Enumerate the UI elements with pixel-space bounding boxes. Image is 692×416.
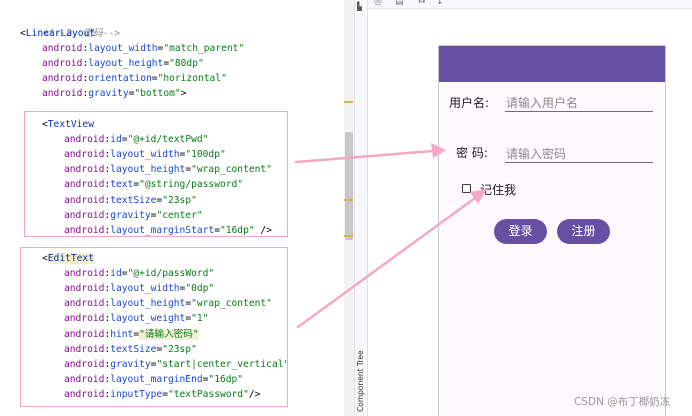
annotation-arrows: [294, 143, 487, 329]
watermark: CSDN @布丁椰奶冻: [574, 396, 671, 408]
arrow-to-password-input: [296, 189, 487, 329]
arrow-to-password-label: [294, 143, 446, 164]
